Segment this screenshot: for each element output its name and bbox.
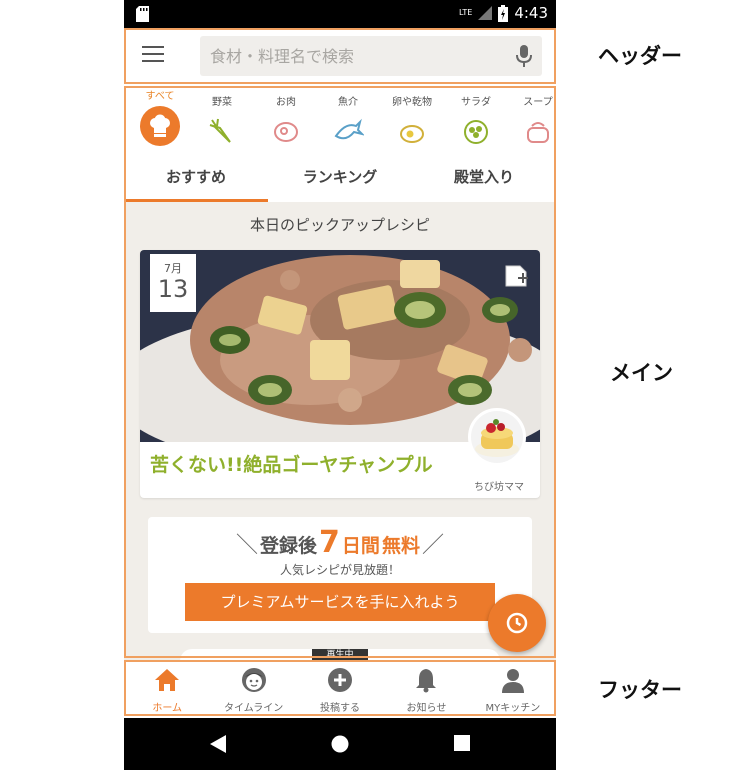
network-type: LTE [459,8,473,17]
signal-icon [478,6,493,20]
footer-frame [124,660,556,716]
annotation-footer: フッター [598,678,682,702]
clock: 4:43 [514,4,548,22]
main-frame [124,86,556,658]
header-frame [124,28,556,84]
annotation-main: メイン [610,361,673,385]
back-icon[interactable] [210,735,226,753]
system-nav-bar [124,718,556,770]
battery-icon [498,4,509,22]
home-circle-icon[interactable] [331,735,349,753]
recents-icon[interactable] [454,735,470,751]
annotation-header: ヘッダー [598,44,682,68]
sd-card-icon [136,6,149,22]
status-bar: LTE 4:43 [124,0,556,28]
